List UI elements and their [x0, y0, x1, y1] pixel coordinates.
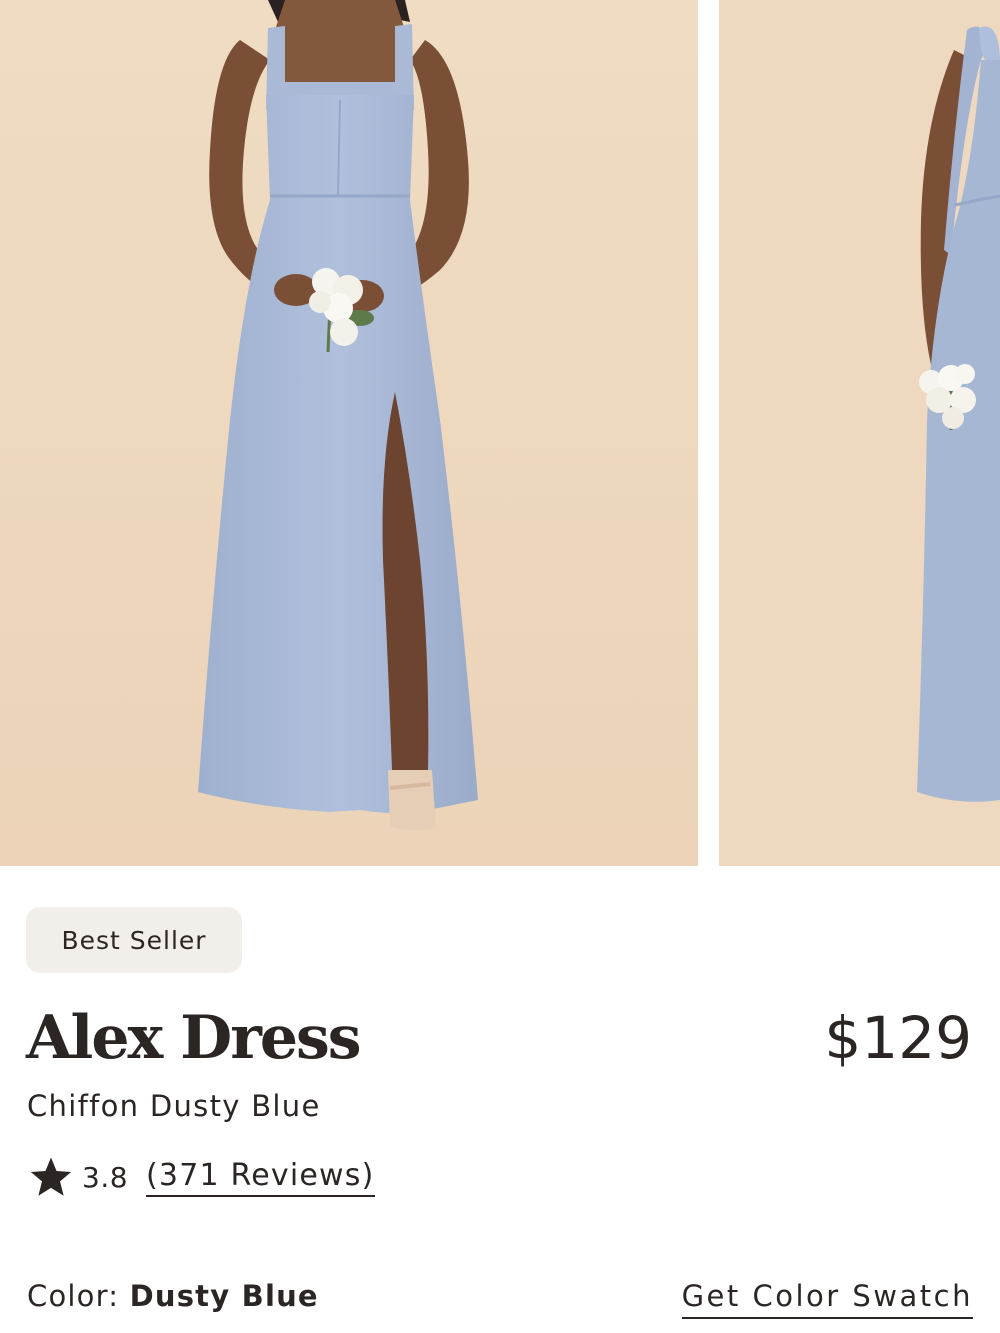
dress-side-illustration	[719, 0, 1000, 866]
rating-summary: 3.8 (371 Reviews)	[28, 1152, 375, 1202]
dress-front-illustration	[0, 0, 698, 866]
best-seller-badge: Best Seller	[26, 907, 242, 973]
product-subtitle: Chiffon Dusty Blue	[27, 1089, 321, 1123]
product-price: $129	[824, 1004, 972, 1072]
product-title: Alex Dress	[26, 1003, 362, 1073]
star-icon	[30, 1157, 72, 1196]
color-label: Color:	[27, 1279, 130, 1313]
color-selection: Color: Dusty Blue	[27, 1276, 319, 1316]
product-image-side[interactable]	[719, 0, 1000, 866]
get-color-swatch-link[interactable]: Get Color Swatch	[681, 1276, 973, 1319]
product-image-gallery[interactable]	[0, 0, 1000, 866]
rating-value: 3.8	[82, 1160, 129, 1194]
best-seller-label: Best Seller	[61, 925, 207, 955]
reviews-link[interactable]: (371 Reviews)	[146, 1158, 375, 1197]
color-value: Dusty Blue	[129, 1279, 319, 1313]
product-image-front[interactable]	[0, 0, 698, 866]
